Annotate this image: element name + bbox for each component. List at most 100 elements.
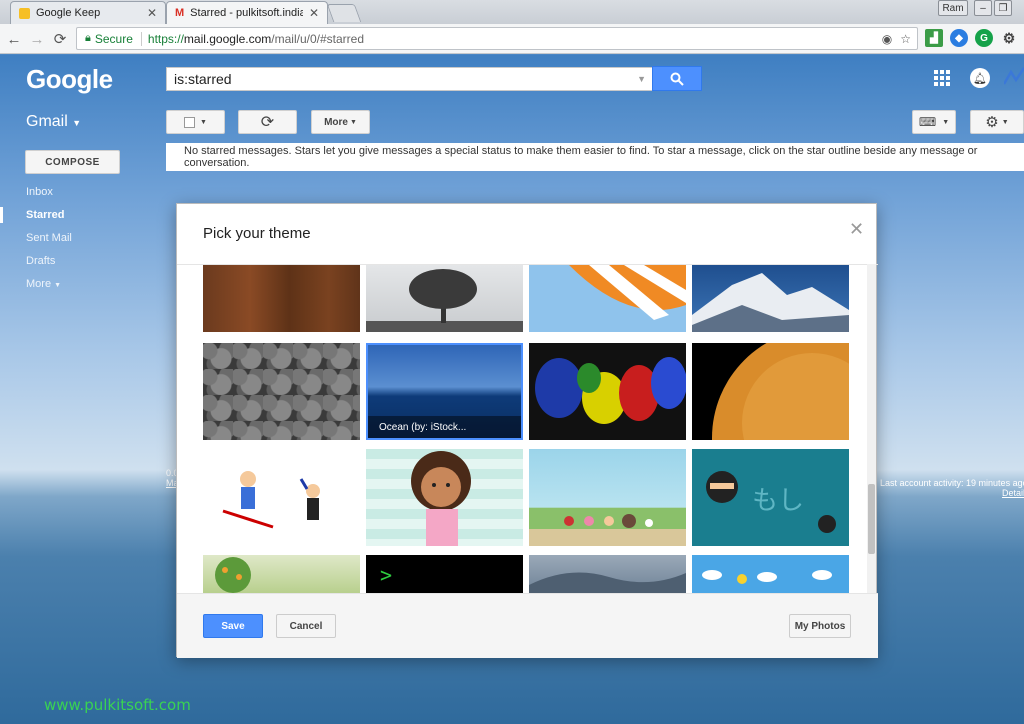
- svg-text:もし: もし: [752, 486, 804, 516]
- eye-icon[interactable]: ◉: [882, 32, 892, 46]
- theme-label: Ocean (by: iStock...: [368, 416, 521, 438]
- input-tools-button[interactable]: ⌨ ▼: [912, 110, 956, 134]
- save-button[interactable]: Save: [203, 614, 263, 638]
- account-activity: Last account activity: 19 minutes ago De…: [880, 478, 1024, 498]
- divider: [140, 31, 142, 46]
- settings-gear-icon[interactable]: ⚙: [1000, 29, 1018, 47]
- url-host: mail.google.com: [183, 31, 272, 46]
- my-photos-button[interactable]: My Photos: [789, 614, 851, 638]
- star-icon[interactable]: ☆: [900, 32, 911, 46]
- gmail-menu[interactable]: Gmail ▼: [26, 113, 81, 131]
- search-options-icon[interactable]: ▼: [637, 74, 646, 84]
- watermark: www.pulkitsoft.com: [44, 696, 191, 714]
- chevron-down-icon: ▼: [72, 118, 82, 128]
- gmail-label: Gmail: [26, 113, 68, 130]
- gmail-icon: M: [175, 7, 185, 19]
- minimize-icon[interactable]: –: [974, 0, 992, 16]
- search-button[interactable]: [652, 66, 702, 91]
- extension-grammarly-icon[interactable]: G: [975, 29, 993, 47]
- lock-icon: 🔒︎: [85, 32, 91, 44]
- address-bar[interactable]: 🔒︎ Secure https:// mail.google.com /mail…: [76, 27, 918, 50]
- sidebar-item-more[interactable]: More ▼: [26, 278, 61, 290]
- close-icon[interactable]: ✕: [849, 219, 864, 240]
- no-starred-message: No starred messages. Stars let you give …: [166, 143, 1024, 171]
- compose-button[interactable]: COMPOSE: [25, 150, 120, 174]
- nav-active-indicator: [0, 207, 3, 223]
- new-tab-button[interactable]: [326, 4, 362, 22]
- search-input[interactable]: is:starred ▼: [166, 67, 653, 91]
- chevron-down-icon: ▼: [200, 118, 207, 126]
- sidebar-item-label: More: [26, 278, 52, 290]
- account-avatar[interactable]: [1002, 66, 1024, 88]
- browser-toolbar: ← → ⟳ 🔒︎ Secure https:// mail.google.com…: [0, 24, 1024, 54]
- more-label: More: [324, 116, 348, 128]
- tab-starred[interactable]: M Starred - pulkitsoft.india@g ✕: [166, 1, 328, 24]
- theme-grid: Ocean (by: iStock... もし >: [177, 264, 878, 593]
- secure-label: Secure: [94, 31, 133, 46]
- apps-grid-icon[interactable]: [934, 70, 950, 86]
- url-path: /mail/u/0/#starred: [271, 31, 365, 46]
- girl-image: [411, 451, 471, 546]
- browser-tab-strip: Google Keep ✕ M Starred - pulkitsoft.ind…: [0, 0, 1024, 24]
- theme-tree-fruit[interactable]: [203, 555, 360, 593]
- extension-chart-icon[interactable]: ▟: [925, 29, 943, 47]
- theme-planet[interactable]: [692, 343, 849, 440]
- more-button[interactable]: More ▼: [311, 110, 370, 134]
- close-icon[interactable]: ✕: [309, 6, 319, 20]
- hills-image: [529, 572, 686, 593]
- notifications-bell-icon[interactable]: 🔔︎: [970, 68, 990, 88]
- theme-tree[interactable]: [366, 265, 523, 332]
- graffiti-image: [535, 357, 686, 424]
- umbrella-image: [569, 265, 686, 320]
- account-logo-icon: [1002, 67, 1024, 85]
- characters-image: [529, 514, 686, 546]
- tab-google-keep[interactable]: Google Keep ✕: [10, 1, 166, 24]
- chevron-down-icon: ▼: [942, 118, 950, 126]
- theme-girl[interactable]: [366, 449, 523, 546]
- sidebar-item-starred[interactable]: Starred: [26, 209, 65, 221]
- reload-icon[interactable]: ⟳: [50, 29, 70, 49]
- dialog-title: Pick your theme: [203, 225, 311, 242]
- select-checkbox-button[interactable]: ▼: [166, 110, 225, 134]
- mountain-image: [692, 273, 849, 332]
- theme-hills[interactable]: [529, 555, 686, 593]
- ninja-image: もし: [706, 471, 836, 533]
- activity-text: Last account activity: 19 minutes ago: [880, 478, 1024, 488]
- fruit-tree-image: [215, 557, 251, 593]
- theme-mountain[interactable]: [692, 265, 849, 332]
- sidebar-item-drafts[interactable]: Drafts: [26, 255, 55, 267]
- theme-characters[interactable]: [529, 449, 686, 546]
- tree-image: [366, 269, 523, 332]
- settings-button[interactable]: ⚙ ▼: [970, 110, 1024, 134]
- dialog-footer: Save Cancel My Photos: [177, 593, 878, 658]
- keep-icon: [19, 7, 30, 19]
- theme-scrollbar-thumb[interactable]: [868, 484, 875, 554]
- planet-image: [712, 343, 849, 440]
- sidebar-item-sent-mail[interactable]: Sent Mail: [26, 232, 72, 244]
- close-icon[interactable]: ✕: [147, 6, 157, 20]
- extension-blue-icon[interactable]: ◆: [950, 29, 968, 47]
- theme-sky-cartoon[interactable]: [692, 555, 849, 593]
- cancel-button[interactable]: Cancel: [276, 614, 336, 638]
- gear-icon: ⚙: [985, 114, 999, 131]
- checkbox-icon: [184, 116, 196, 128]
- theme-skiers[interactable]: [203, 449, 360, 546]
- back-icon[interactable]: ←: [4, 29, 24, 49]
- chevron-down-icon: ▼: [1001, 118, 1009, 126]
- theme-pebbles[interactable]: [203, 343, 360, 440]
- theme-wood[interactable]: [203, 265, 360, 332]
- google-logo[interactable]: Google: [26, 64, 113, 95]
- sidebar-item-inbox[interactable]: Inbox: [26, 186, 53, 198]
- restore-icon[interactable]: ❐: [994, 0, 1012, 16]
- theme-terminal[interactable]: >: [366, 555, 523, 593]
- profile-button[interactable]: Ram: [938, 0, 968, 16]
- theme-ninja[interactable]: もし: [692, 449, 849, 546]
- theme-umbrella[interactable]: [529, 265, 686, 332]
- theme-graffiti[interactable]: [529, 343, 686, 440]
- tab-title: Google Keep: [36, 7, 101, 19]
- refresh-button[interactable]: ⟳: [238, 110, 297, 134]
- details-link[interactable]: Details: [880, 488, 1024, 498]
- forward-icon[interactable]: →: [27, 29, 47, 49]
- theme-ocean-selected[interactable]: Ocean (by: iStock...: [366, 343, 523, 440]
- search-value: is:starred: [174, 71, 232, 87]
